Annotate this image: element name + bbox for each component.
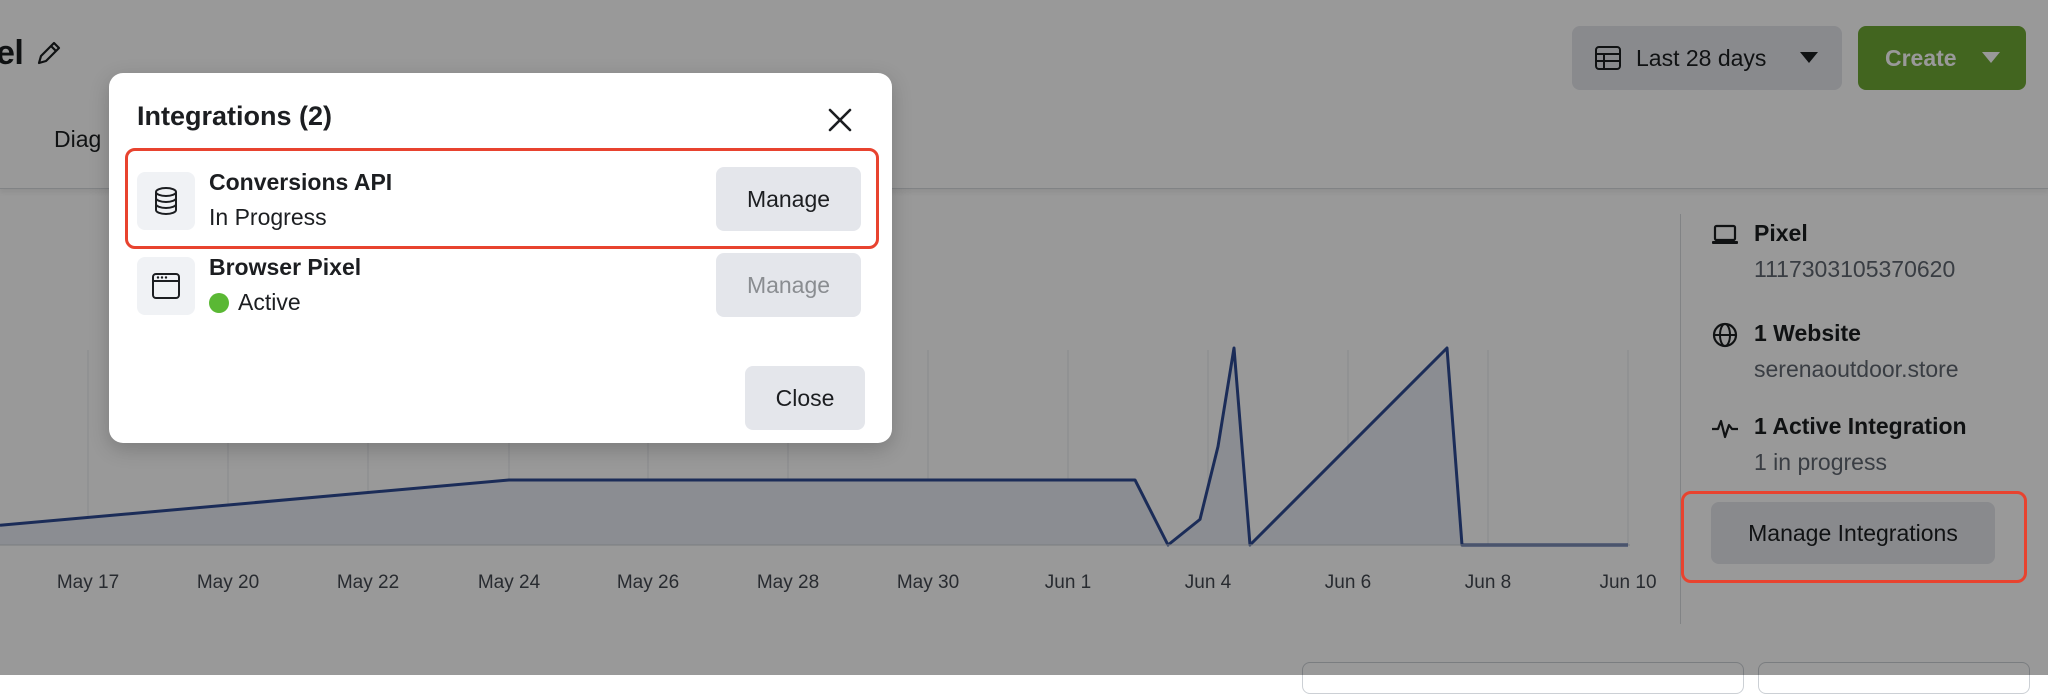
- annotation-highlight-manage-integrations: [1681, 491, 2027, 583]
- close-button[interactable]: Close: [745, 366, 865, 430]
- active-status-dot: [209, 293, 229, 313]
- integration-row-browser-pixel: Browser Pixel Active Manage: [137, 253, 867, 320]
- close-icon[interactable]: [825, 105, 855, 135]
- close-button-label: Close: [775, 385, 835, 411]
- integration-status: Active: [209, 289, 301, 316]
- manage-browser-pixel-button[interactable]: Manage: [716, 253, 861, 317]
- integration-name: Browser Pixel: [209, 254, 362, 280]
- dialog-title: Integrations (2): [137, 101, 333, 131]
- annotation-highlight-conversions-api: [125, 148, 879, 249]
- integrations-dialog: Integrations (2) Conversions API In Prog…: [109, 73, 892, 443]
- status-text: Active: [238, 289, 301, 315]
- manage-button-label: Manage: [746, 272, 831, 298]
- events-manager-page: el Diag Last 28 days Create May 17 May 20…: [0, 0, 2048, 694]
- integration-icon-box: [137, 257, 195, 315]
- browser-window-icon: [152, 273, 180, 299]
